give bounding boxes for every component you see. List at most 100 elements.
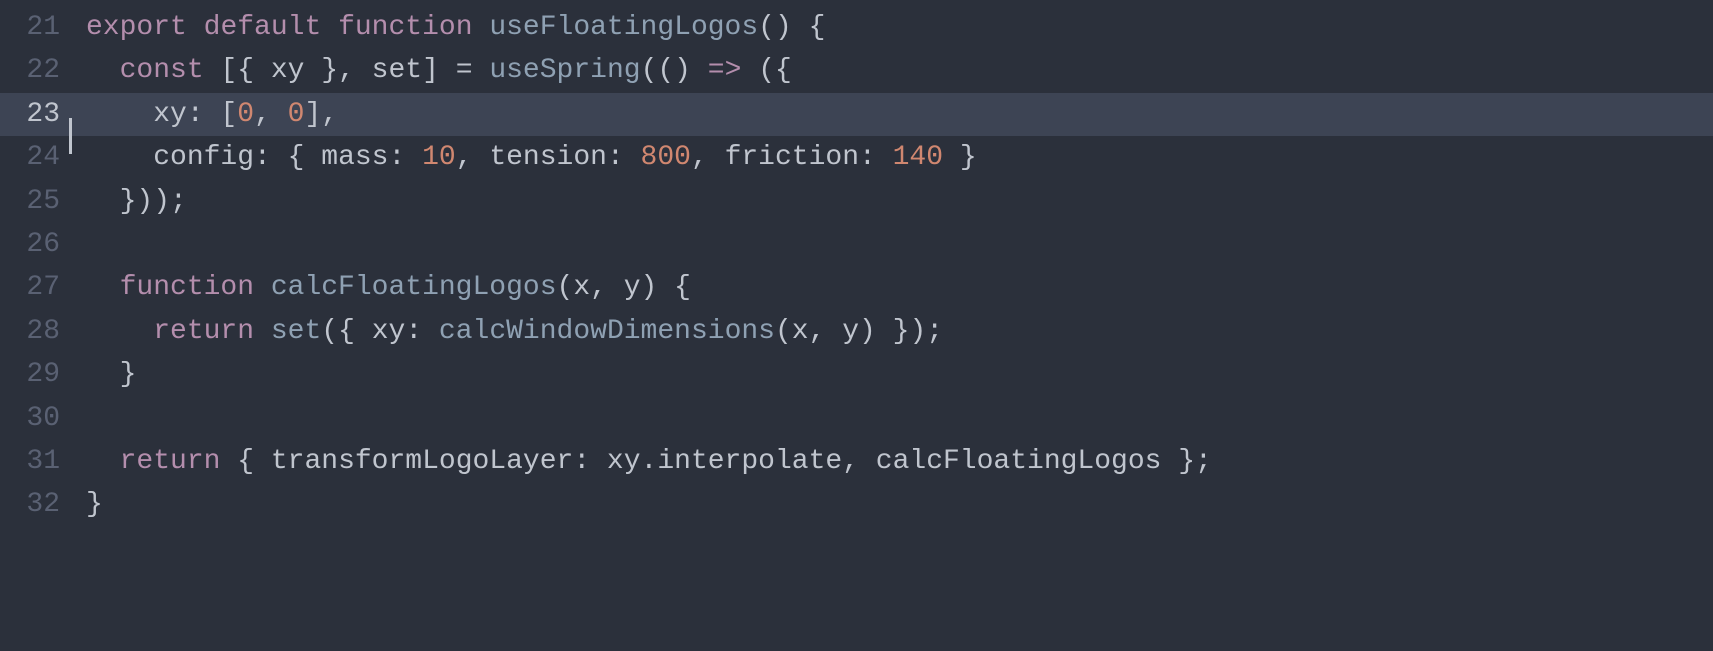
code-content[interactable]: const [{ xy }, set] = useSpring(() => ({ [86,49,1713,92]
token-punc: ], [304,99,338,130]
code-content[interactable]: function calcFloatingLogos(x, y) { [86,266,1713,309]
token-punc: } [86,359,136,390]
token-punc [86,142,153,173]
code-content[interactable]: xy: [0, 0], [86,93,1713,136]
code-line[interactable]: 29 } [0,353,1713,396]
token-punc [86,316,153,347]
token-kw: const [120,55,204,86]
token-kw: function [120,272,254,303]
token-punc: ( [557,272,574,303]
token-punc: , [842,446,876,477]
line-number: 30 [0,397,66,440]
token-punc: , [254,99,288,130]
code-content[interactable]: config: { mass: 10, tension: 800, fricti… [86,136,1713,179]
code-content[interactable]: return { transformLogoLayer: xy.interpol… [86,440,1713,483]
token-punc [254,316,271,347]
line-number: 21 [0,6,66,49]
token-punc: ) { [641,272,691,303]
token-punc [86,272,120,303]
token-ident: set [372,55,422,86]
token-punc [187,12,204,43]
token-num: 140 [893,142,943,173]
token-punc [254,272,271,303]
code-line[interactable]: 21 export default function useFloatingLog… [0,6,1713,49]
token-punc: () { [758,12,825,43]
code-content[interactable]: } [86,483,1713,526]
token-punc: : [ [187,99,237,130]
token-ident: xy [271,55,305,86]
token-punc: [{ [204,55,271,86]
line-number: 25 [0,180,66,223]
token-kw: return [153,316,254,347]
line-number: 29 [0,353,66,396]
token-punc: , [590,272,624,303]
code-line[interactable]: 24 config: { mass: 10, tension: 800, fri… [0,136,1713,179]
token-punc: }; [1161,446,1211,477]
token-punc: (() [641,55,708,86]
token-prop: transformLogoLayer [271,446,573,477]
token-punc: : [405,316,439,347]
token-ident: y [624,272,641,303]
code-line[interactable]: 26 [0,223,1713,266]
token-prop: friction [725,142,859,173]
token-ident: x [573,272,590,303]
token-punc: . [641,446,658,477]
line-number: 23 [0,93,66,136]
line-number: 24 [0,136,66,179]
code-line[interactable]: 27 function calcFloatingLogos(x, y) { [0,266,1713,309]
line-number: 31 [0,440,66,483]
token-prop: mass [321,142,388,173]
token-kw: return [120,446,221,477]
code-editor[interactable]: 21 export default function useFloatingLog… [0,6,1713,527]
token-ident: y [842,316,859,347]
token-prop: xy [153,99,187,130]
token-kw: export [86,12,187,43]
token-num: 10 [422,142,456,173]
token-punc: , [809,316,843,347]
code-line[interactable]: 28 return set({ xy: calcWindowDimensions… [0,310,1713,353]
token-call: calcWindowDimensions [439,316,775,347]
token-num: 800 [641,142,691,173]
token-punc: ) }); [859,316,943,347]
token-ident: interpolate [657,446,842,477]
token-prop: tension [489,142,607,173]
token-kw: function [338,12,472,43]
token-punc [473,55,490,86]
code-content[interactable]: return set({ xy: calcWindowDimensions(x,… [86,310,1713,353]
token-punc: : [573,446,607,477]
line-number: 26 [0,223,66,266]
token-punc: ] [422,55,456,86]
line-number: 32 [0,483,66,526]
token-punc: : { [254,142,321,173]
token-punc [473,12,490,43]
code-line[interactable]: 31 return { transformLogoLayer: xy.inter… [0,440,1713,483]
token-punc: ({ [741,55,791,86]
token-punc: })); [86,186,187,217]
code-content[interactable]: })); [86,180,1713,223]
code-content[interactable]: export default function useFloatingLogos… [86,6,1713,49]
code-line[interactable]: 32} [0,483,1713,526]
token-num: 0 [237,99,254,130]
code-line[interactable]: 30 [0,397,1713,440]
token-punc: , [691,142,725,173]
code-line[interactable]: 23 xy: [0, 0], [0,93,1713,136]
token-punc: : [607,142,641,173]
token-punc: }, [304,55,371,86]
token-punc: } [86,489,103,520]
line-number: 27 [0,266,66,309]
code-line[interactable]: 22 const [{ xy }, set] = useSpring(() =>… [0,49,1713,92]
line-number: 28 [0,310,66,353]
token-punc: { [220,446,270,477]
token-punc: ({ [321,316,371,347]
token-ident: calcFloatingLogos [876,446,1162,477]
code-content[interactable]: } [86,353,1713,396]
token-punc: ( [775,316,792,347]
token-num: 0 [288,99,305,130]
token-punc [86,99,153,130]
token-punc: : [859,142,893,173]
token-punc: : [388,142,422,173]
code-line[interactable]: 25 })); [0,180,1713,223]
token-punc [86,446,120,477]
token-fn: calcFloatingLogos [271,272,557,303]
token-punc: } [943,142,977,173]
